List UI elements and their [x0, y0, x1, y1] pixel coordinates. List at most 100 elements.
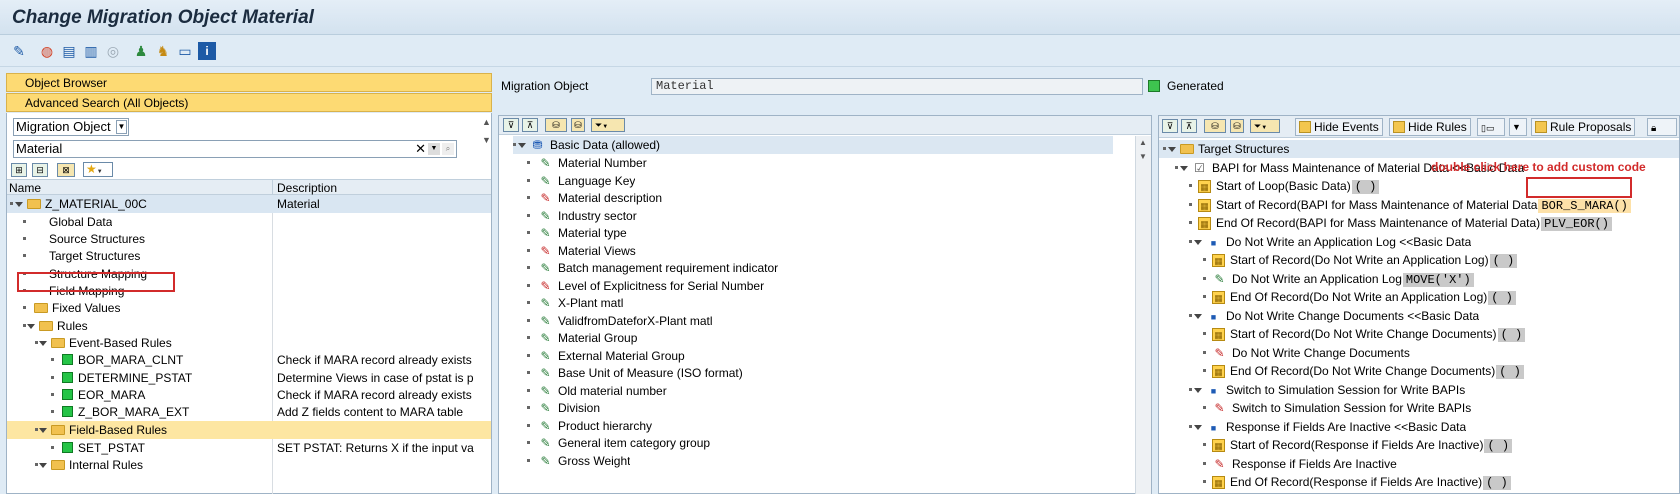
tree-item-fixed-values[interactable]: Fixed Values: [23, 299, 120, 317]
source-field-row[interactable]: ✎ Material Group: [527, 329, 637, 347]
source-field-row[interactable]: ✎ Old material number: [527, 382, 667, 400]
hide-rules-button[interactable]: Hide Rules: [1389, 118, 1471, 136]
rule-row[interactable]: BOR_MARA_CLNT Check if MARA record alread…: [7, 351, 491, 369]
custom-code-field[interactable]: ( ): [1483, 476, 1511, 490]
target-row[interactable]: ✎ Do Not Write an Application Log MOVE('X'…: [1203, 270, 1474, 288]
scroll-up-icon[interactable]: ▲: [482, 117, 491, 127]
layout-button[interactable]: ▯▭: [1477, 118, 1505, 136]
source-field-row[interactable]: ✎ Industry sector: [527, 207, 637, 225]
expand-all-icon[interactable]: ⊽: [503, 118, 519, 132]
tree-item-rules[interactable]: Rules: [23, 317, 88, 335]
source-field-row[interactable]: ✎ Material Views: [527, 242, 636, 260]
users-icon[interactable]: ♞: [154, 42, 172, 60]
source-field-row[interactable]: ✎ External Material Group: [527, 347, 685, 365]
scroll-down-icon[interactable]: ▼: [482, 135, 491, 145]
target-icon[interactable]: ◎: [104, 42, 122, 60]
favorites-icon[interactable]: ★▼: [83, 162, 113, 177]
object-icon[interactable]: ◍: [38, 42, 56, 60]
find-icon[interactable]: ⛁: [545, 118, 567, 132]
dropdown-button[interactable]: ▼: [1509, 118, 1527, 136]
custom-code-field[interactable]: BOR_S_MARA(): [1538, 198, 1631, 213]
column-description[interactable]: Description: [277, 181, 337, 195]
target-row[interactable]: ▦ Start of Record(Response if Fields Are …: [1203, 436, 1513, 454]
user-icon[interactable]: ♟: [132, 42, 150, 60]
search-input[interactable]: Material ✕ ▼ ⌕: [13, 140, 457, 158]
target-row[interactable]: ■ Do Not Write an Application Log <<Basic…: [1189, 233, 1471, 251]
target-row[interactable]: ✎ Switch to Simulation Session for Write …: [1203, 399, 1471, 417]
filter-icon[interactable]: ⏷▼: [1250, 119, 1280, 133]
layout-icon[interactable]: ▭: [176, 42, 194, 60]
source-field-row[interactable]: ✎ Material Number: [527, 154, 647, 172]
source-field-row[interactable]: ✎ ValidfromDateforX-Plant matl: [527, 312, 713, 330]
rule-row[interactable]: SET_PSTAT SET PSTAT: Returns X if the inp…: [7, 439, 491, 457]
source-field-row[interactable]: ✎ General item category group: [527, 434, 710, 452]
chevron-down-icon[interactable]: ▼: [116, 120, 127, 134]
tree-item-event-based-rules[interactable]: Event-Based Rules: [7, 334, 491, 352]
source-field-row[interactable]: ✎ Base Unit of Measure (ISO format): [527, 364, 743, 382]
source-root[interactable]: ⛃ Basic Data (allowed): [513, 136, 1113, 154]
target-row[interactable]: ■ Do Not Write Change Documents <<Basic D…: [1189, 307, 1479, 325]
custom-code-field[interactable]: ( ): [1484, 439, 1513, 453]
find-next-icon[interactable]: ⛁: [1230, 119, 1244, 133]
hierarchy-icon[interactable]: ⊠: [57, 163, 75, 177]
find-icon[interactable]: ⛁: [1204, 119, 1226, 133]
source-field-row[interactable]: ✎ X-Plant matl: [527, 294, 623, 312]
target-row[interactable]: ▦ Start of Record(Do Not Write an Applica…: [1203, 251, 1518, 269]
target-row[interactable]: ✎ Response if Fields Are Inactive: [1203, 455, 1397, 473]
rule-row[interactable]: DETERMINE_PSTAT Determine Views in case o…: [7, 369, 491, 387]
collapse-icon[interactable]: ⊟: [32, 163, 48, 177]
collapse-all-icon[interactable]: ⊼: [522, 118, 538, 132]
source-field-row[interactable]: ✎ Language Key: [527, 172, 635, 190]
target-row[interactable]: ■ Response if Fields Are Inactive <<Basic…: [1189, 418, 1466, 436]
custom-code-field[interactable]: PLV_EOR(): [1541, 217, 1612, 231]
rule-proposals-button[interactable]: Rule Proposals: [1531, 118, 1636, 136]
custom-code-field[interactable]: ( ): [1496, 365, 1524, 379]
filter-icon[interactable]: ⏷▼: [591, 118, 625, 132]
target-row[interactable]: ▦ Start of Record(Do Not Write Change Doc…: [1203, 325, 1526, 343]
lock-button[interactable]: 🔒︎: [1647, 118, 1677, 136]
custom-code-field[interactable]: ( ): [1489, 254, 1518, 268]
target-row[interactable]: ▦ End Of Record(BAPI for Mass Maintenance…: [1189, 214, 1612, 232]
target-row[interactable]: ✎ Do Not Write Change Documents: [1203, 344, 1410, 362]
find-next-icon[interactable]: ⛁: [571, 118, 585, 132]
target-row[interactable]: ▦ End Of Record(Do Not Write an Applicati…: [1203, 288, 1516, 306]
source-field-row[interactable]: ✎ Material type: [527, 224, 627, 242]
tree-row-root[interactable]: Z_MATERIAL_00C Material: [7, 195, 491, 213]
tree-item-global-data[interactable]: Global Data: [23, 213, 112, 231]
tree-item-source-structures[interactable]: Source Structures: [23, 230, 145, 248]
target-row[interactable]: Target Structures: [1159, 140, 1679, 158]
target-row[interactable]: ▦ End Of Record(Response if Fields Are In…: [1203, 473, 1511, 491]
custom-code-field[interactable]: ( ): [1488, 291, 1516, 305]
source-field-row[interactable]: ✎ Batch management requirement indicator: [527, 259, 778, 277]
tree-item-target-structures[interactable]: Target Structures: [23, 247, 140, 265]
expand-icon[interactable]: ⊞: [11, 163, 27, 177]
source-field-row[interactable]: ✎ Material description: [527, 189, 662, 207]
target-row[interactable]: ▦ End Of Record(Do Not Write Change Docum…: [1203, 362, 1524, 380]
dropdown-icon[interactable]: ▼: [428, 143, 440, 155]
rule-row[interactable]: EOR_MARA Check if MARA record already exi…: [7, 386, 491, 404]
custom-code-field[interactable]: MOVE('X'): [1402, 272, 1474, 287]
search-icon[interactable]: ⌕: [442, 143, 454, 155]
target-row[interactable]: ■ Switch to Simulation Session for Write …: [1189, 381, 1465, 399]
display-icon[interactable]: ▤: [60, 42, 78, 60]
source-field-row[interactable]: ✎ Gross Weight: [527, 452, 630, 470]
search-type-select[interactable]: Migration Object ▼: [13, 118, 129, 136]
hide-events-button[interactable]: Hide Events: [1295, 118, 1383, 136]
tree-item-internal-rules[interactable]: Internal Rules: [7, 456, 491, 474]
target-row[interactable]: ▦ Start of Loop(Basic Data)( ): [1189, 177, 1380, 195]
scrollbar[interactable]: ▲ ▼: [1135, 136, 1151, 494]
info-icon[interactable]: i: [198, 42, 216, 60]
source-field-row[interactable]: ✎ Product hierarchy: [527, 417, 652, 435]
print-icon[interactable]: ▥: [82, 42, 100, 60]
wand-icon[interactable]: ✎: [10, 42, 28, 60]
tree-item-field-based-rules[interactable]: Field-Based Rules: [7, 421, 491, 439]
source-field-row[interactable]: ✎ Division: [527, 399, 600, 417]
custom-code-field[interactable]: ( ): [1497, 328, 1526, 342]
object-browser-header[interactable]: Object Browser: [6, 73, 492, 92]
advanced-search-header[interactable]: Advanced Search (All Objects): [6, 93, 492, 112]
target-row[interactable]: ▦ Start of Record(BAPI for Mass Maintenan…: [1189, 196, 1631, 214]
rule-row[interactable]: Z_BOR_MARA_EXT Add Z fields content to MA…: [7, 403, 491, 421]
column-name[interactable]: Name: [9, 181, 41, 195]
source-field-row[interactable]: ✎ Level of Explicitness for Serial Number: [527, 277, 764, 295]
clear-icon[interactable]: ✕: [415, 141, 426, 157]
